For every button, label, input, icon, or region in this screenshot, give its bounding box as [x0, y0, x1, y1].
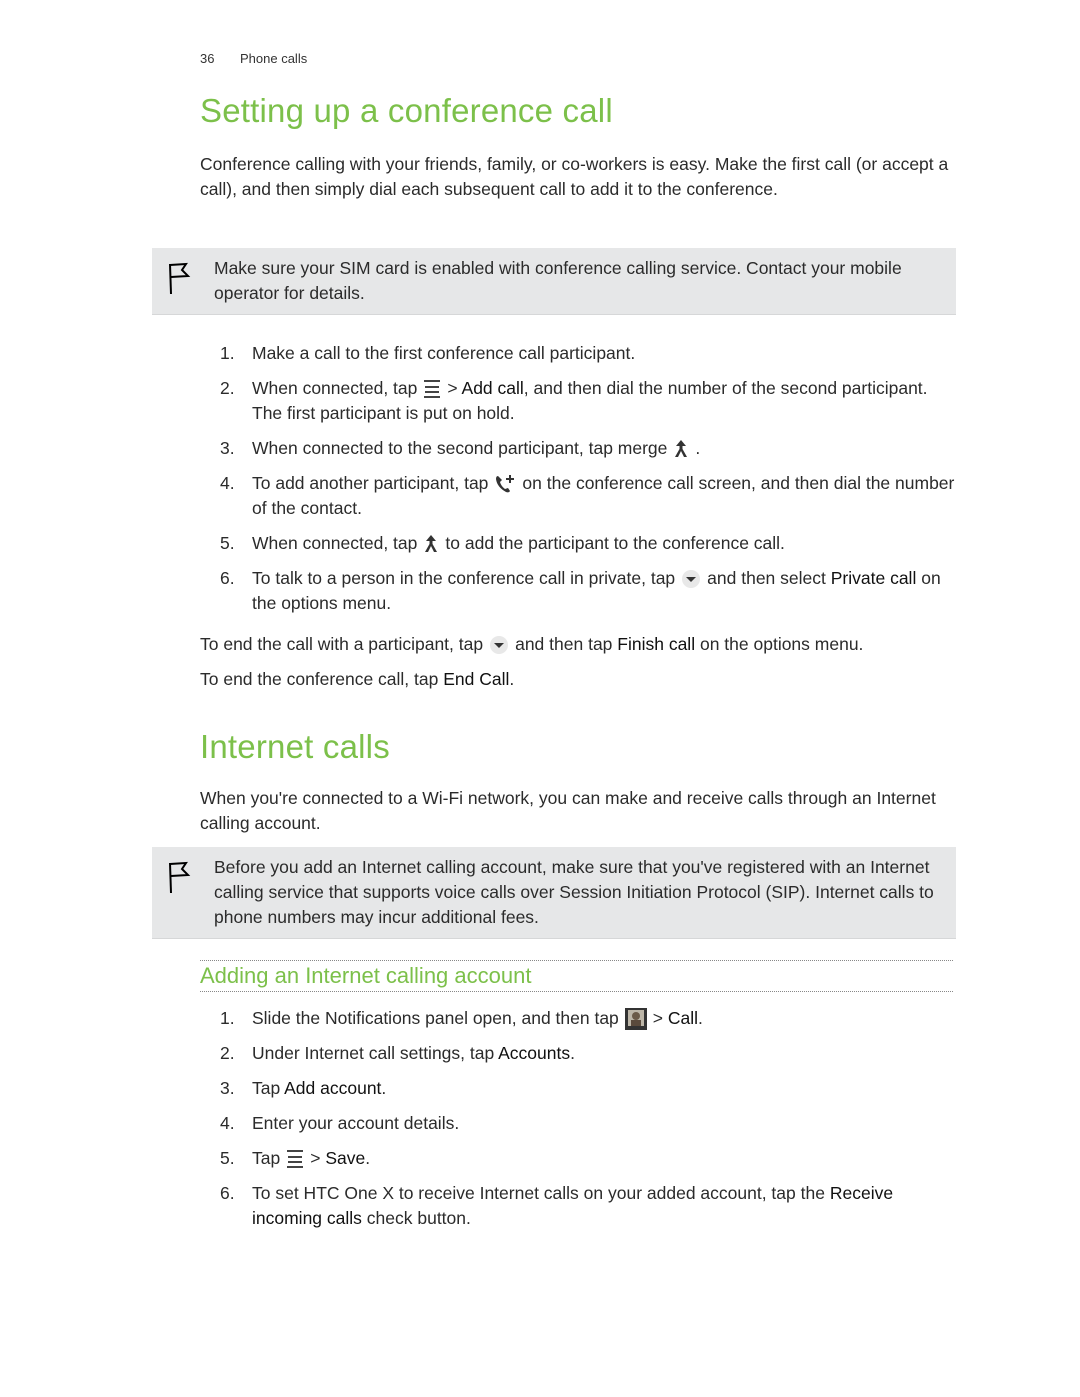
merge-icon: [675, 440, 688, 458]
list-item: 5. When connected, tap to add the particip…: [220, 533, 785, 553]
add-call-icon: [496, 475, 515, 493]
list-item: 1. Make a call to the first conference ca…: [220, 343, 636, 363]
list-item: 4. To add another participant, tap on the …: [220, 473, 955, 518]
end-conference-text: To end the conference call, tap End Call…: [200, 669, 515, 689]
note-box-sip: Before you add an Internet calling accou…: [152, 847, 956, 939]
list-item: 3. When connected to the second participa…: [220, 438, 701, 458]
list-item: 5. Tap > Save.: [220, 1148, 371, 1169]
internet-intro: When you're connected to a Wi-Fi network…: [200, 788, 936, 833]
dropdown-icon: [490, 636, 509, 655]
page-number: 36: [200, 51, 215, 66]
settings-shortcut-icon: [624, 1008, 647, 1031]
list-item: 2. Under Internet call settings, tap Acco…: [220, 1043, 575, 1063]
menu-icon: [287, 1150, 304, 1169]
menu-icon: [424, 380, 441, 399]
end-participant-text: To end the call with a participant, tap a…: [200, 634, 864, 655]
internet-steps: 1. Slide the Notifications panel open, an…: [200, 1006, 960, 1241]
conference-intro: Conference calling with your friends, fa…: [200, 154, 949, 199]
subsection-header: Adding an Internet calling account: [200, 960, 953, 992]
list-item: 6. To talk to a person in the conference …: [220, 568, 941, 613]
note-text: Make sure your SIM card is enabled with …: [214, 258, 902, 303]
note-text: Before you add an Internet calling accou…: [214, 857, 934, 927]
list-item: 6. To set HTC One X to receive Internet c…: [220, 1183, 894, 1228]
section-name: Phone calls: [240, 51, 308, 66]
flag-icon: [169, 861, 191, 894]
conference-steps: 1. Make a call to the first conference ca…: [200, 341, 960, 626]
list-item: 2. When connected, tap > Add call, and the…: [220, 378, 928, 423]
merge-icon: [425, 535, 438, 553]
list-item: 4. Enter your account details.: [220, 1113, 460, 1133]
heading-conference-call: Setting up a conference call: [200, 92, 613, 129]
heading-internet-calls: Internet calls: [200, 728, 390, 765]
dropdown-icon: [682, 570, 701, 589]
page-header: 36 Phone calls: [200, 51, 307, 66]
list-item: 1. Slide the Notifications panel open, an…: [200, 1006, 960, 1031]
flag-icon: [169, 262, 191, 295]
heading-adding-account: Adding an Internet calling account: [200, 963, 532, 988]
note-box-sim: Make sure your SIM card is enabled with …: [152, 248, 956, 315]
list-item: 3. Tap Add account.: [220, 1078, 387, 1098]
